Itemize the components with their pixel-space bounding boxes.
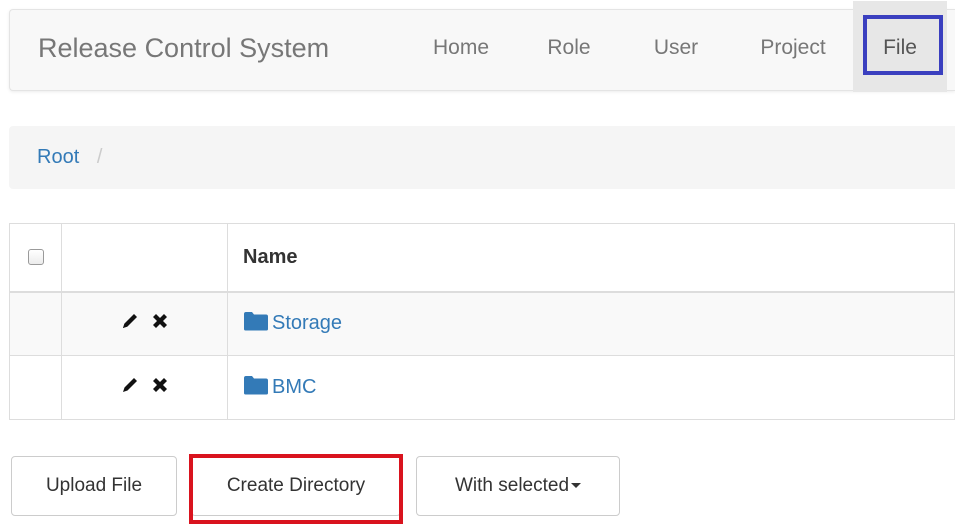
nav-file-label: File bbox=[883, 36, 917, 59]
navbar: Release Control System Home Role User Pr… bbox=[9, 1, 955, 92]
row-name-cell: Storage bbox=[227, 291, 955, 356]
remove-icon[interactable] bbox=[150, 375, 170, 400]
folder-name: BMC bbox=[272, 375, 317, 398]
breadcrumb: Root / bbox=[9, 126, 955, 189]
table-row: BMC bbox=[9, 355, 955, 420]
folder-name: Storage bbox=[272, 311, 343, 334]
remove-icon[interactable] bbox=[150, 311, 170, 336]
nav-user[interactable]: User bbox=[650, 10, 702, 90]
breadcrumb-root[interactable]: Root bbox=[37, 146, 79, 168]
row-name-cell: BMC bbox=[227, 355, 955, 420]
folder-icon bbox=[243, 375, 269, 401]
breadcrumb-separator: / bbox=[96, 146, 103, 168]
pencil-icon[interactable] bbox=[119, 374, 141, 401]
nav-project[interactable]: Project bbox=[750, 10, 836, 90]
name-column-header[interactable]: Name bbox=[227, 223, 955, 293]
file-table: Name Storage BMC bbox=[9, 223, 955, 420]
with-selected-label: With selected bbox=[454, 475, 570, 496]
nav-role[interactable]: Role bbox=[543, 10, 595, 90]
folder-icon bbox=[243, 311, 269, 337]
nav-file[interactable]: File bbox=[853, 1, 947, 92]
pencil-icon[interactable] bbox=[119, 310, 141, 337]
folder-link-bmc[interactable]: BMC bbox=[243, 375, 317, 401]
row-select-cell bbox=[9, 355, 62, 420]
select-all-checkbox[interactable] bbox=[27, 249, 44, 266]
folder-link-storage[interactable]: Storage bbox=[243, 311, 343, 337]
actions-header bbox=[61, 223, 228, 293]
table-header-row: Name bbox=[9, 223, 955, 293]
row-actions-cell bbox=[61, 355, 228, 420]
row-select-cell bbox=[9, 291, 62, 356]
caret-down-icon bbox=[571, 483, 582, 488]
brand-title[interactable]: Release Control System bbox=[38, 10, 329, 90]
upload-file-button[interactable]: Upload File bbox=[11, 456, 177, 516]
with-selected-dropdown[interactable]: With selected bbox=[416, 456, 620, 516]
create-directory-label: Create Directory bbox=[226, 475, 366, 496]
nav-home[interactable]: Home bbox=[428, 10, 494, 90]
create-directory-button[interactable]: Create Directory bbox=[189, 454, 403, 524]
select-all-cell bbox=[9, 223, 62, 293]
row-actions-cell bbox=[61, 291, 228, 356]
table-row: Storage bbox=[9, 291, 955, 356]
